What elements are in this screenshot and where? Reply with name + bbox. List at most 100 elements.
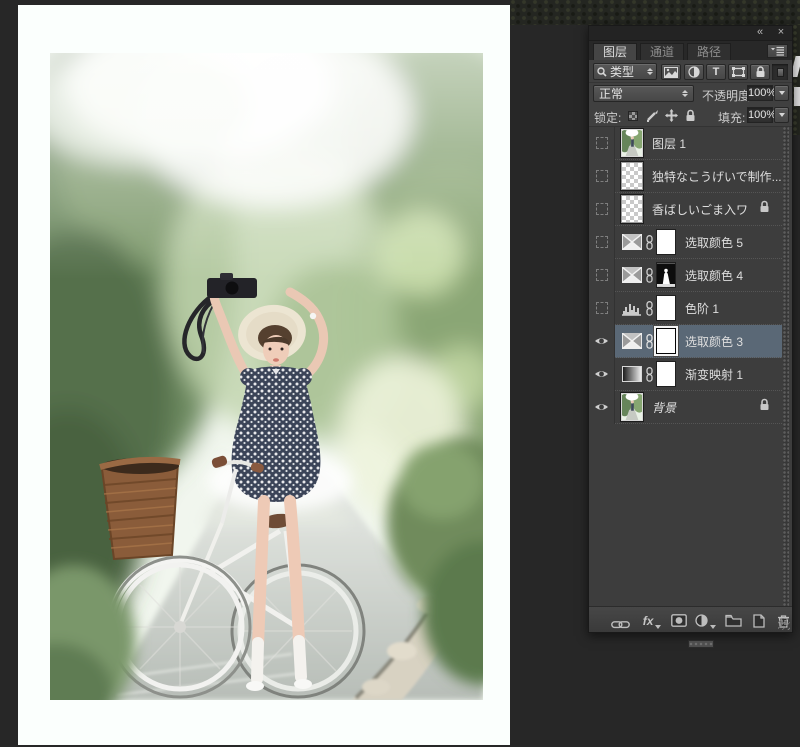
layer-mask-thumbnail-active[interactable] xyxy=(656,328,676,354)
fill-value[interactable]: 100% xyxy=(747,107,773,123)
lock-transparent-pixels-icon[interactable] xyxy=(625,108,641,123)
adjustment-layer-filter-icon[interactable] xyxy=(684,64,704,80)
layer-name[interactable]: 图层 1 xyxy=(652,135,782,152)
layer-name[interactable]: 选取颜色 5 xyxy=(685,234,782,251)
filter-bar: 类型 T xyxy=(589,60,792,83)
tab-layers[interactable]: 图层 xyxy=(593,43,637,60)
visibility-checkbox-empty xyxy=(596,170,608,182)
lock-label: 锁定: xyxy=(594,109,621,126)
layer-row-selected[interactable]: 选取颜色 3 xyxy=(589,325,782,358)
gradient-map-icon[interactable] xyxy=(622,366,642,382)
pixel-layer-filter-icon[interactable] xyxy=(661,64,681,80)
layer-row[interactable]: 选取颜色 4 xyxy=(589,259,782,292)
mask-link-icon[interactable] xyxy=(645,301,654,316)
new-layer-icon[interactable] xyxy=(750,612,767,630)
photoshop-workspace: « × 图层 通道 路径 类型 xyxy=(0,0,800,747)
blend-mode-dropdown[interactable]: 正常 xyxy=(593,85,694,102)
dropdown-arrows-icon xyxy=(682,90,688,97)
opacity-value[interactable]: 100% xyxy=(747,85,773,101)
layer-style-icon[interactable]: fx xyxy=(642,612,662,630)
visibility-toggle[interactable] xyxy=(589,226,615,259)
visibility-toggle[interactable] xyxy=(589,193,615,226)
visibility-toggle[interactable] xyxy=(589,391,615,424)
type-layer-filter-icon[interactable]: T xyxy=(706,64,726,80)
opacity-label: 不透明度: xyxy=(702,87,753,104)
lock-image-pixels-icon[interactable] xyxy=(644,108,660,123)
layer-row[interactable]: 选取颜色 5 xyxy=(589,226,782,259)
selective-color-icon[interactable] xyxy=(622,267,642,283)
visibility-toggle[interactable] xyxy=(589,292,615,325)
toggle-switch-icon xyxy=(777,68,784,77)
panel-header: « × xyxy=(589,26,792,41)
visibility-toggle[interactable] xyxy=(589,259,615,292)
layer-name[interactable]: 色阶 1 xyxy=(685,300,782,317)
layer-filtering-toggle[interactable] xyxy=(772,64,788,80)
panel-resize-grip[interactable] xyxy=(778,618,790,630)
add-layer-mask-icon[interactable] xyxy=(670,612,689,630)
visibility-checkbox-empty xyxy=(596,137,608,149)
clipped-icon-fragment xyxy=(794,87,800,106)
mask-link-icon[interactable] xyxy=(645,235,654,250)
fill-dropdown-button[interactable] xyxy=(774,107,789,123)
selective-color-icon[interactable] xyxy=(622,234,642,250)
filter-kind-label: 类型 xyxy=(610,63,643,80)
layer-row[interactable]: 背景 xyxy=(589,391,782,424)
layer-mask-thumbnail-painted[interactable] xyxy=(656,262,676,288)
selective-color-icon[interactable] xyxy=(622,333,642,349)
canvas-photo xyxy=(50,53,483,700)
layer-name[interactable]: 香ばしいごま入ワ xyxy=(652,201,759,218)
search-icon xyxy=(597,67,607,77)
layer-row[interactable]: 色阶 1 xyxy=(589,292,782,325)
layer-row[interactable]: 独特なこうげいで制作... xyxy=(589,160,782,193)
new-adjustment-layer-icon[interactable] xyxy=(695,612,716,630)
visibility-checkbox-empty xyxy=(596,302,608,314)
lock-position-icon[interactable] xyxy=(663,108,679,123)
tab-channels[interactable]: 通道 xyxy=(640,43,684,60)
mask-link-icon[interactable] xyxy=(645,268,654,283)
blend-mode-value: 正常 xyxy=(599,85,681,102)
layer-mask-thumbnail[interactable] xyxy=(656,229,676,255)
panel-tab-bar: 图层 通道 路径 xyxy=(589,41,792,60)
layer-thumbnail-transparent[interactable] xyxy=(621,195,643,223)
document-canvas[interactable] xyxy=(18,5,510,745)
lock-all-icon[interactable] xyxy=(682,108,698,123)
layer-name[interactable]: 选取颜色 3 xyxy=(685,333,782,350)
panel-scrollbar[interactable] xyxy=(783,127,789,608)
visibility-toggle[interactable] xyxy=(589,358,615,391)
panel-flyout-menu-icon[interactable] xyxy=(767,44,788,58)
layer-thumbnail-transparent[interactable] xyxy=(621,162,643,190)
layer-row[interactable]: 图层 1 xyxy=(589,127,782,160)
layer-mask-thumbnail[interactable] xyxy=(656,361,676,387)
blend-bar: 正常 不透明度: 100% xyxy=(589,83,792,105)
layer-list: 图层 1 独特なこうげいで制作... 香ばしいごま入ワ xyxy=(589,127,792,608)
link-layers-icon[interactable] xyxy=(611,612,630,630)
layer-thumbnail[interactable] xyxy=(621,129,643,157)
layer-name[interactable]: 选取颜色 4 xyxy=(685,267,782,284)
tab-paths[interactable]: 路径 xyxy=(687,43,731,60)
filter-kind-dropdown[interactable]: 类型 xyxy=(593,63,657,80)
layer-name[interactable]: 渐变映射 1 xyxy=(685,366,782,383)
visibility-checkbox-empty xyxy=(596,203,608,215)
close-panel-button[interactable]: × xyxy=(774,26,788,40)
visibility-toggle[interactable] xyxy=(589,160,615,193)
levels-icon[interactable] xyxy=(622,300,642,316)
layer-row[interactable]: 渐变映射 1 xyxy=(589,358,782,391)
mask-link-icon[interactable] xyxy=(645,334,654,349)
shape-layer-filter-icon[interactable] xyxy=(728,64,748,80)
layer-name[interactable]: 背景 xyxy=(652,399,759,416)
layer-thumbnail[interactable] xyxy=(621,393,643,421)
smart-object-filter-icon[interactable] xyxy=(750,64,770,80)
desktop-background xyxy=(510,0,800,25)
new-group-icon[interactable] xyxy=(724,612,743,630)
lock-icon xyxy=(759,398,770,416)
opacity-dropdown-button[interactable] xyxy=(774,85,789,101)
mask-link-icon[interactable] xyxy=(645,367,654,382)
collapse-to-icons-button[interactable]: « xyxy=(750,26,768,40)
layer-row[interactable]: 香ばしいごま入ワ xyxy=(589,193,782,226)
lock-icon xyxy=(759,200,770,218)
visibility-toggle[interactable] xyxy=(589,325,615,358)
layer-mask-thumbnail[interactable] xyxy=(656,295,676,321)
visibility-toggle[interactable] xyxy=(589,127,615,160)
layer-name[interactable]: 独特なこうげいで制作... xyxy=(652,168,782,185)
dock-drag-grip[interactable] xyxy=(688,640,714,648)
